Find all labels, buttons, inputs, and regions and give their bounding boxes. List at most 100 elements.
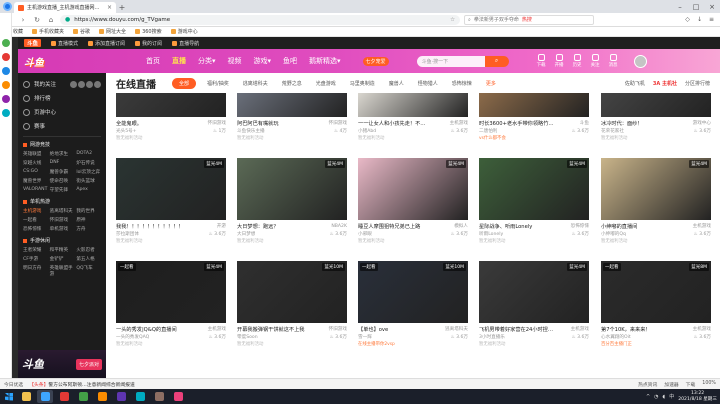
filter-chip[interactable]: 荒野之息 xyxy=(279,78,305,89)
room-thumbnail[interactable]: 蓝光4M xyxy=(601,158,711,220)
nav-live[interactable]: 直播 xyxy=(172,56,186,66)
zoom-level[interactable]: 100% xyxy=(702,381,716,388)
nav-video[interactable]: 视频 xyxy=(228,56,242,66)
streamer-name[interactable]: 斗鱼快乐主播 xyxy=(237,128,265,134)
taskbar-app-icon[interactable] xyxy=(132,390,148,403)
category-link[interactable]: 火影忍者 xyxy=(76,247,101,253)
douyu-logo[interactable]: 斗鱼 xyxy=(24,52,96,70)
volume-icon[interactable]: ◖ xyxy=(663,394,666,400)
browser-logo-icon[interactable] xyxy=(0,0,14,13)
taskbar-app-icon[interactable] xyxy=(18,390,34,403)
strip-item[interactable]: 添加直播订阅 xyxy=(88,40,125,47)
streamer-name[interactable]: 小猪Abd xyxy=(358,128,376,134)
filter-chip[interactable]: 魔兽人 xyxy=(386,78,407,89)
category-link[interactable]: 使命召唤 xyxy=(50,178,75,184)
minimize-icon[interactable]: – xyxy=(672,0,688,13)
home-icon[interactable]: ⌂ xyxy=(46,15,56,25)
link-item[interactable]: 佐助飞机 xyxy=(625,80,645,87)
taskbar-app-icon[interactable] xyxy=(170,390,186,403)
category-link[interactable]: 单机游戏 xyxy=(50,226,75,232)
category-link[interactable]: CF手游 xyxy=(23,256,48,262)
douyu-strip-logo[interactable]: 斗鱼 xyxy=(24,39,42,47)
room-thumbnail[interactable] xyxy=(479,93,589,117)
category-link[interactable]: VALORANT xyxy=(23,187,48,193)
room-title[interactable]: 第7个10K，来来来！ xyxy=(601,326,651,333)
category-link[interactable]: 一起看 xyxy=(23,217,48,223)
room-category[interactable]: 怀旧游戏 xyxy=(329,120,347,126)
room-thumbnail[interactable]: 蓝光8M 一起看 xyxy=(601,261,711,323)
windows-start-icon[interactable] xyxy=(3,391,15,402)
streamer-name[interactable]: 听雨Lonely xyxy=(479,231,503,237)
sidebar-banner[interactable]: 斗鱼 七夕派对 xyxy=(18,350,106,378)
room-card[interactable]: 蓝光4M 飞机男带着好家营在24小时捏… 主机游戏 3小时直播乐 ♨ 3.6万 暂无福利活… xyxy=(479,261,589,347)
category-link[interactable]: CS:GO xyxy=(23,169,48,175)
clock[interactable]: 13:22 2021/8/18 星期三 xyxy=(678,391,717,403)
bookmark-item[interactable]: 游戏中心 xyxy=(170,28,198,35)
room-category[interactable]: 主机游戏 xyxy=(693,223,711,229)
category-link[interactable]: 王者荣耀 xyxy=(23,247,48,253)
taskbar-app-icon[interactable] xyxy=(75,390,91,403)
category-link[interactable]: 守望先锋 xyxy=(50,187,75,193)
category-link[interactable]: 炉石传说 xyxy=(76,160,101,166)
category-link-active[interactable]: 主机游戏 xyxy=(23,208,48,214)
category-link[interactable]: DNF xyxy=(50,160,75,166)
sidebar-app-icon[interactable] xyxy=(1,109,10,117)
streamer-name[interactable]: 雪一辉 xyxy=(358,334,372,340)
room-card[interactable]: 冰冷时代：面纱！ 游戏中心 花荣花家社 ♨ 3.6万 暂无福利活动 xyxy=(601,93,711,141)
status-left[interactable]: 今日优选 xyxy=(4,381,23,388)
streamer-name[interactable]: 小绅嘟的Qq xyxy=(601,231,626,237)
streamer-name[interactable]: 小邪眼 xyxy=(358,231,372,237)
category-link[interactable]: 穿越火线 xyxy=(23,160,48,166)
category-link[interactable]: Apex xyxy=(76,187,101,193)
start-live-button[interactable]: 开播 xyxy=(555,54,564,68)
room-category[interactable]: 怀旧游戏 xyxy=(329,326,347,332)
bookmark-item[interactable]: 360搜索 xyxy=(135,28,162,35)
filter-chip-all[interactable]: 全部 xyxy=(172,77,197,89)
room-category[interactable]: 逃离塔科夫 xyxy=(445,326,468,332)
room-title[interactable]: 【单也】ove xyxy=(358,326,388,333)
room-category[interactable]: NBA2K xyxy=(331,224,347,229)
room-title[interactable]: 时长3600+老水手带你领略竹… xyxy=(479,120,554,127)
filter-chip[interactable]: 光盘游戏 xyxy=(313,78,339,89)
filter-chip[interactable]: 逃离塔科夫 xyxy=(240,78,271,89)
room-thumbnail[interactable] xyxy=(116,93,226,117)
room-category[interactable]: 斗鱼 xyxy=(580,120,589,126)
room-thumbnail[interactable]: 蓝光4M 一起看 xyxy=(116,261,226,323)
filter-chip[interactable]: 恐怖惊悚 xyxy=(449,78,475,89)
filter-chip[interactable]: 马里奥制造 xyxy=(347,78,378,89)
bookmark-item[interactable]: 手机收藏夹 xyxy=(32,28,64,35)
room-thumbnail[interactable] xyxy=(358,93,468,117)
room-card[interactable]: 蓝光10M 开幕我搬弹钢干饼就这不上我 怀旧游戏 零度Soon ♨ 3.6万 暂无福利活动 xyxy=(237,261,347,347)
menu-icon[interactable]: ≡ xyxy=(707,15,716,24)
ime-indicator[interactable]: 中 xyxy=(669,393,674,400)
category-link[interactable]: 魔兽争霸 xyxy=(50,169,75,175)
room-category[interactable]: 主机游戏 xyxy=(208,326,226,332)
sidebar-item-follow[interactable]: 我的关注 xyxy=(23,77,101,91)
sidebar-app-icon[interactable] xyxy=(1,95,10,103)
room-card[interactable]: 蓝光4M 我我！！！！！！！！！！！ 开游 莎拉斯团体 ♨ 3.6万 暂无福利活动 xyxy=(116,158,226,244)
category-link[interactable]: 金铲铲 xyxy=(50,256,75,262)
streamer-name[interactable]: 零度Soon xyxy=(237,334,258,340)
room-category[interactable]: 模拟人 xyxy=(454,223,468,229)
sidebar-item-events[interactable]: 赛事 xyxy=(23,119,101,133)
filter-chip[interactable]: 怪物猎人 xyxy=(415,78,441,89)
follow-button[interactable]: 关注 xyxy=(591,54,600,68)
room-thumbnail[interactable]: 蓝光10M 一起看 xyxy=(358,261,468,323)
strip-item[interactable]: 我的订阅 xyxy=(135,40,162,47)
avatar[interactable] xyxy=(633,54,647,68)
nav-featured[interactable]: 鹅斯精选▾ xyxy=(309,56,341,66)
category-link[interactable]: 我的世界 xyxy=(76,208,101,214)
room-category[interactable]: 怀旧游戏 xyxy=(208,120,226,126)
room-card[interactable]: 全能鬼眼。 怀旧游戏 光头5号+ ♨ 1万 暂无福利活动 xyxy=(116,93,226,141)
room-thumbnail[interactable]: 蓝光10M xyxy=(237,261,347,323)
nav-category[interactable]: 分类▾ xyxy=(198,56,216,66)
category-link[interactable]: 方舟 xyxy=(76,226,101,232)
nav-yuba[interactable]: 鱼吧 xyxy=(283,56,297,66)
category-link[interactable]: 原神 xyxy=(76,217,101,223)
close-tab-icon[interactable]: × xyxy=(107,4,112,11)
sidebar-item-webgame[interactable]: 页游中心 xyxy=(23,105,101,119)
category-link[interactable]: 英雄联盟 xyxy=(23,151,48,157)
link-item[interactable]: 3A 主机社 xyxy=(653,80,677,87)
url-field[interactable]: ● https://www.douyu.com/g_TVgame ☆ xyxy=(60,14,460,25)
status-item[interactable]: 下载 xyxy=(686,381,696,388)
